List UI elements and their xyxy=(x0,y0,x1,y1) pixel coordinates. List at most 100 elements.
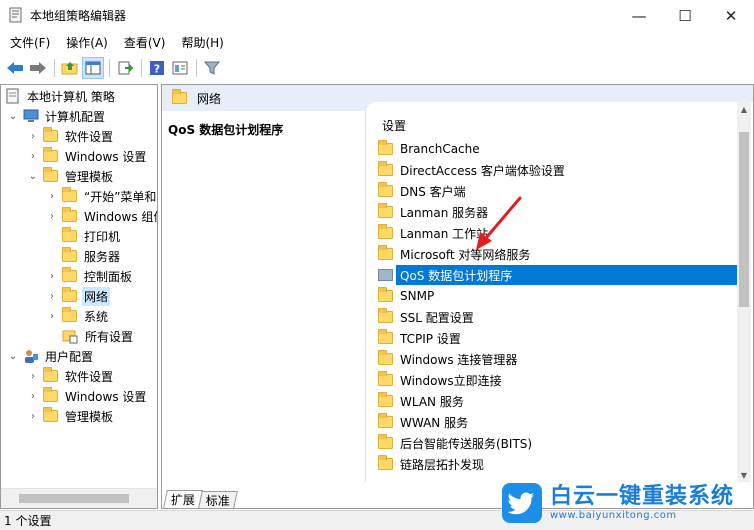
tree-network[interactable]: › 网络 xyxy=(46,286,111,306)
list-item[interactable]: Windows立即连接 xyxy=(378,370,740,390)
chevron-down-icon[interactable]: ⌄ xyxy=(7,350,19,362)
folder-icon xyxy=(62,187,77,202)
tree-all-settings[interactable]: 所有设置 xyxy=(62,326,135,346)
menu-view[interactable]: 查看(V) xyxy=(118,34,172,51)
properties-button[interactable] xyxy=(169,57,191,79)
details-header-title: 网络 xyxy=(197,91,222,106)
tree-user-software[interactable]: › 软件设置 xyxy=(27,366,115,386)
chevron-right-icon[interactable]: › xyxy=(46,270,58,282)
tree-horizontal-scrollbar[interactable] xyxy=(1,488,157,508)
tree-computer-config[interactable]: ⌄ 计算机配置 xyxy=(7,106,107,126)
chevron-down-icon[interactable]: ⌄ xyxy=(7,110,19,122)
list-vertical-scrollbar[interactable]: ▲ ▼ xyxy=(737,102,751,482)
back-button[interactable] xyxy=(4,57,26,79)
tree-windows-components[interactable]: › Windows 组件 xyxy=(46,206,157,226)
forward-arrow-icon xyxy=(30,62,46,74)
toolbar-separator xyxy=(141,59,142,77)
chevron-right-icon[interactable]: › xyxy=(46,290,58,302)
show-hide-tree-button[interactable] xyxy=(82,57,104,79)
filter-button[interactable] xyxy=(201,57,223,79)
tree-start-menu[interactable]: › “开始”菜单和 xyxy=(46,186,157,206)
help-icon: ? xyxy=(150,61,164,76)
watermark-url: www.baiyunxitong.com xyxy=(550,510,677,521)
folder-icon xyxy=(378,287,393,302)
tab-standard[interactable]: 标准 xyxy=(198,491,238,508)
chevron-right-icon[interactable]: › xyxy=(27,410,39,422)
folder-icon xyxy=(43,407,58,422)
console-tree[interactable]: 本地计算机 策略 ⌄ 计算机配置 › 软件设置 › Windows 设置 ⌄ 管… xyxy=(0,84,158,509)
tree-label: 服务器 xyxy=(84,249,121,264)
scrollbar-thumb[interactable] xyxy=(739,132,749,307)
folder-icon xyxy=(378,392,393,407)
chevron-right-icon[interactable]: › xyxy=(46,190,58,202)
tree-label: 软件设置 xyxy=(65,129,114,144)
selected-item-title: QoS 数据包计划程序 xyxy=(168,123,284,137)
tree-system[interactable]: › 系统 xyxy=(46,306,110,326)
list-item[interactable]: DNS 客户端 xyxy=(378,181,740,201)
tree-user-windows[interactable]: › Windows 设置 xyxy=(27,386,148,406)
menu-action[interactable]: 操作(A) xyxy=(60,34,114,51)
list-item-label: SSL 配置设置 xyxy=(400,310,474,325)
folder-icon xyxy=(62,267,77,282)
help-button[interactable]: ? xyxy=(146,57,168,79)
list-item[interactable]: BranchCache xyxy=(378,139,740,159)
list-item[interactable]: 链路层拓扑发现 xyxy=(378,454,740,474)
tab-extended[interactable]: 扩展 xyxy=(163,490,203,508)
status-text: 1 个设置 xyxy=(4,514,52,528)
scrollbar-thumb[interactable] xyxy=(19,494,129,503)
settings-list[interactable]: 设置 BranchCache DirectAccess 客户端体验设置 DNS 客户… xyxy=(365,102,753,482)
chevron-right-icon[interactable]: › xyxy=(46,310,58,322)
tree-root[interactable]: 本地计算机 策略 xyxy=(5,86,117,106)
tree-user-config[interactable]: ⌄ 用户配置 xyxy=(7,346,95,366)
watermark-brand: 白云一键重装系统 xyxy=(550,484,735,509)
svg-text:?: ? xyxy=(154,63,160,76)
chevron-right-icon[interactable]: › xyxy=(46,210,58,222)
list-item[interactable]: SSL 配置设置 xyxy=(378,307,740,327)
list-item-label: WLAN 服务 xyxy=(400,394,464,409)
list-item[interactable]: WLAN 服务 xyxy=(378,391,740,411)
chevron-down-icon[interactable]: ⌄ xyxy=(27,170,39,182)
chevron-right-icon[interactable]: › xyxy=(27,150,39,162)
column-header-settings[interactable]: 设置 xyxy=(382,117,406,134)
back-arrow-icon xyxy=(7,62,23,74)
up-level-button[interactable] xyxy=(59,57,81,79)
list-item[interactable]: DirectAccess 客户端体验设置 xyxy=(378,160,740,180)
tree-label: 系统 xyxy=(84,309,109,324)
tree-control-panel[interactable]: › 控制面板 xyxy=(46,266,134,286)
folder-icon xyxy=(378,161,393,176)
tree-software-settings[interactable]: › 软件设置 xyxy=(27,126,115,146)
forward-button[interactable] xyxy=(27,57,49,79)
menu-help[interactable]: 帮助(H) xyxy=(175,34,229,51)
tree-user-admin[interactable]: › 管理模板 xyxy=(27,406,115,426)
list-item[interactable]: Windows 连接管理器 xyxy=(378,349,740,369)
tree-servers[interactable]: 服务器 xyxy=(62,246,122,266)
tree-printers[interactable]: 打印机 xyxy=(62,226,122,246)
list-item-label: Lanman 工作站 xyxy=(400,226,489,241)
chevron-right-icon[interactable]: › xyxy=(27,370,39,382)
scroll-up-arrow-icon[interactable]: ▲ xyxy=(737,102,751,116)
folder-icon xyxy=(172,89,187,104)
menu-file[interactable]: 文件(F) xyxy=(4,34,56,51)
toolbar-separator xyxy=(109,59,110,77)
folder-icon xyxy=(378,308,393,323)
minimize-button[interactable]: — xyxy=(616,0,662,31)
list-item[interactable]: SNMP xyxy=(378,286,740,306)
folder-icon xyxy=(62,307,77,322)
folder-icon xyxy=(378,245,393,260)
list-item-label: BranchCache xyxy=(400,142,480,156)
watermark: 白云一键重装系统 www.baiyunxitong.com xyxy=(502,478,750,528)
close-button[interactable]: ✕ xyxy=(708,0,754,31)
list-item-selected[interactable]: QoS 数据包计划程序 xyxy=(396,265,740,285)
list-item[interactable]: TCPIP 设置 xyxy=(378,328,740,348)
list-item[interactable]: 后台智能传送服务(BITS) xyxy=(378,433,740,453)
chevron-right-icon[interactable]: › xyxy=(27,390,39,402)
chevron-right-icon[interactable]: › xyxy=(27,130,39,142)
tree-windows-settings[interactable]: › Windows 设置 xyxy=(27,146,148,166)
maximize-button[interactable]: ☐ xyxy=(662,0,708,31)
export-list-button[interactable] xyxy=(114,57,136,79)
list-item[interactable]: Lanman 工作站 xyxy=(378,223,740,243)
tree-admin-templates[interactable]: ⌄ 管理模板 xyxy=(27,166,115,186)
list-item[interactable]: WWAN 服务 xyxy=(378,412,740,432)
list-item[interactable]: Lanman 服务器 xyxy=(378,202,740,222)
list-item[interactable]: Microsoft 对等网络服务 xyxy=(378,244,740,264)
